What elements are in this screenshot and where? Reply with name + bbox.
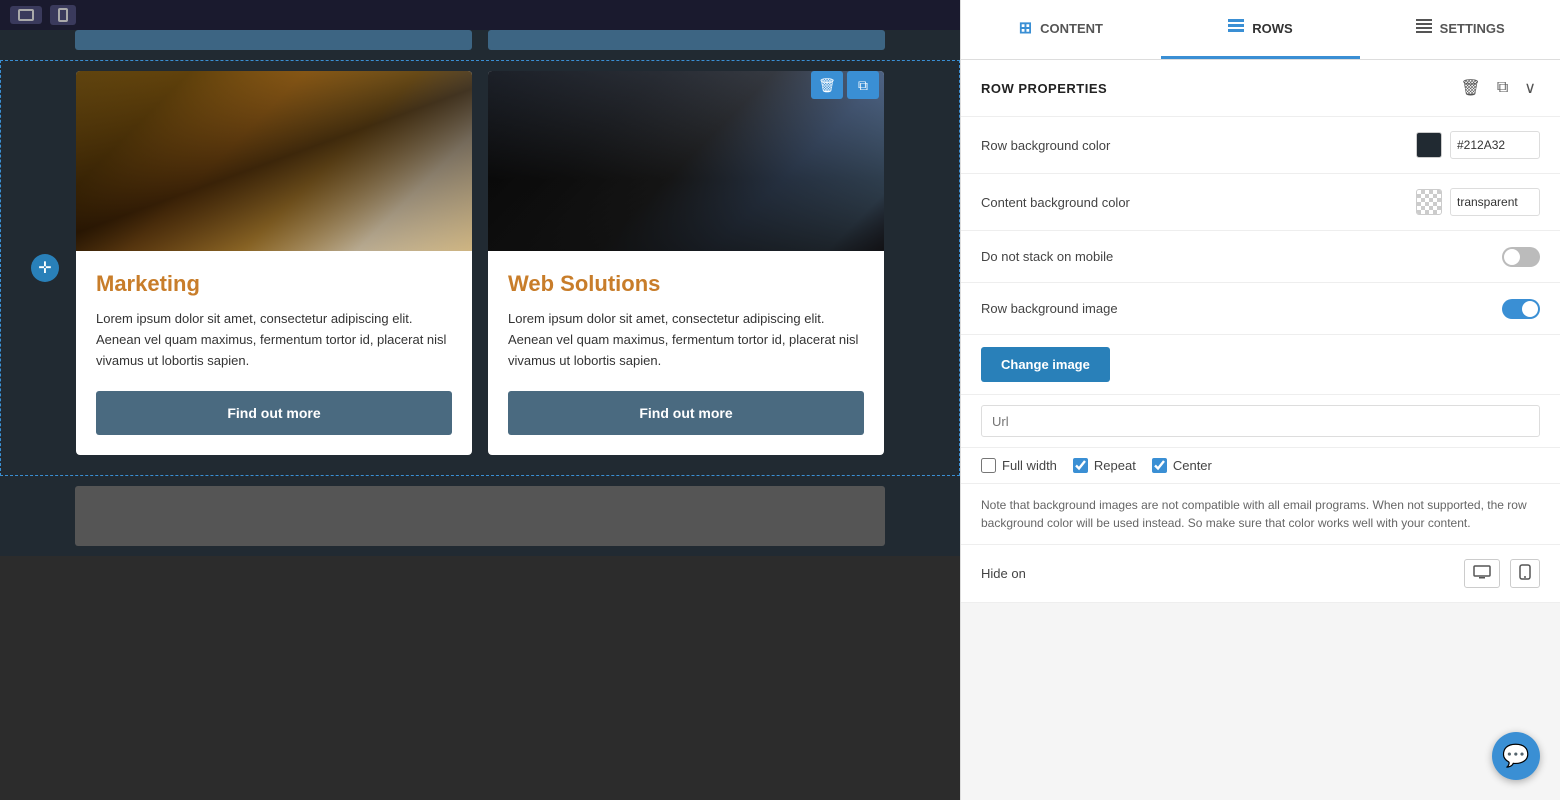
hide-on-desktop-btn[interactable]: [1464, 559, 1500, 588]
hide-on-label: Hide on: [981, 566, 1026, 581]
content-bg-color-property: Content background color: [961, 174, 1560, 231]
do-not-stack-label: Do not stack on mobile: [981, 249, 1113, 264]
content-bg-color-label: Content background color: [981, 195, 1130, 210]
hide-on-property: Hide on: [961, 545, 1560, 603]
row-bg-color-input[interactable]: [1450, 131, 1540, 159]
desktop-view-btn[interactable]: [10, 6, 42, 24]
panel-content: ROW PROPERTIES 🗑 ⧉ ∨ Row background colo…: [961, 60, 1560, 800]
content-tab-icon: ⊞: [1019, 18, 1032, 38]
mobile-icon: [58, 8, 68, 22]
settings-tab-icon: [1416, 19, 1432, 38]
right-panel: ⊞ CONTENT ROWS SETTIN: [960, 0, 1560, 800]
row-properties-header: ROW PROPERTIES 🗑 ⧉ ∨: [961, 60, 1560, 117]
mobile-view-btn[interactable]: [50, 5, 76, 25]
header-actions: 🗑 ⧉ ∨: [1457, 76, 1540, 100]
url-input[interactable]: [981, 405, 1540, 437]
delete-row-btn[interactable]: 🗑: [811, 71, 843, 99]
change-image-section: Change image: [961, 335, 1560, 395]
card-2-text: Lorem ipsum dolor sit amet, consectetur …: [508, 309, 864, 371]
image-options-row: Full width Repeat Center: [961, 448, 1560, 484]
section-title: ROW PROPERTIES: [981, 81, 1107, 96]
center-checkbox[interactable]: [1152, 458, 1167, 473]
change-image-btn[interactable]: Change image: [981, 347, 1110, 382]
rows-tab-label: ROWS: [1252, 21, 1292, 36]
center-label: Center: [1173, 458, 1212, 473]
hide-on-mobile-btn[interactable]: [1510, 559, 1540, 588]
row-action-buttons: 🗑 ⧉: [811, 71, 879, 99]
card-1-image: [76, 71, 472, 251]
placeholder-2: [488, 30, 885, 50]
row-bg-image-toggle[interactable]: [1502, 299, 1540, 319]
url-section: [961, 395, 1560, 448]
content-bg-color-input[interactable]: [1450, 188, 1540, 216]
row-bg-image-control: [1502, 299, 1540, 319]
full-width-label: Full width: [1002, 458, 1057, 473]
placeholder-1: [75, 30, 472, 50]
do-not-stack-slider: [1502, 247, 1540, 267]
row-bg-color-label: Row background color: [981, 138, 1110, 153]
canvas-inner: ✛ 🗑 ⧉ Marketing Lorem ipsum dolor sit am…: [0, 30, 960, 800]
card-2-title: Web Solutions: [508, 271, 864, 297]
row-bg-image-slider: [1502, 299, 1540, 319]
card-1-title: Marketing: [96, 271, 452, 297]
card-2: Web Solutions Lorem ipsum dolor sit amet…: [488, 71, 884, 455]
toolbar: [0, 0, 960, 30]
repeat-checkbox[interactable]: [1073, 458, 1088, 473]
card-1: Marketing Lorem ipsum dolor sit amet, co…: [76, 71, 472, 455]
full-width-option[interactable]: Full width: [981, 458, 1057, 473]
delete-section-btn[interactable]: 🗑: [1457, 76, 1485, 100]
card-2-cta-btn[interactable]: Find out more: [508, 391, 864, 435]
card-2-body: Web Solutions Lorem ipsum dolor sit amet…: [488, 251, 884, 455]
rows-tab-icon: [1228, 19, 1244, 38]
copy-section-btn[interactable]: ⧉: [1493, 77, 1512, 99]
do-not-stack-control: [1502, 247, 1540, 267]
tab-rows[interactable]: ROWS: [1161, 0, 1361, 59]
content-tab-label: CONTENT: [1040, 21, 1103, 36]
duplicate-row-btn[interactable]: ⧉: [847, 71, 879, 99]
content-bg-color-swatch[interactable]: [1416, 189, 1442, 215]
cards-container: Marketing Lorem ipsum dolor sit amet, co…: [76, 71, 884, 455]
hide-on-controls: [1464, 559, 1540, 588]
center-option[interactable]: Center: [1152, 458, 1212, 473]
chat-bubble[interactable]: 💬: [1492, 732, 1540, 780]
top-row-partial: [0, 30, 960, 60]
row-bg-image-property: Row background image: [961, 283, 1560, 335]
repeat-label: Repeat: [1094, 458, 1136, 473]
bottom-placeholder: [75, 486, 885, 546]
repeat-option[interactable]: Repeat: [1073, 458, 1136, 473]
content-bg-color-control: [1416, 188, 1540, 216]
do-not-stack-property: Do not stack on mobile: [961, 231, 1560, 283]
collapse-section-btn[interactable]: ∨: [1520, 76, 1540, 100]
settings-tab-label: SETTINGS: [1440, 21, 1505, 36]
row-bg-image-label: Row background image: [981, 301, 1118, 316]
move-handle[interactable]: ✛: [31, 254, 59, 282]
panel-tabs: ⊞ CONTENT ROWS SETTIN: [961, 0, 1560, 60]
card-1-body: Marketing Lorem ipsum dolor sit amet, co…: [76, 251, 472, 455]
tab-settings[interactable]: SETTINGS: [1360, 0, 1560, 59]
desktop-icon: [18, 9, 34, 21]
canvas-area: ✛ 🗑 ⧉ Marketing Lorem ipsum dolor sit am…: [0, 0, 960, 800]
row-bg-color-property: Row background color: [961, 117, 1560, 174]
card-1-text: Lorem ipsum dolor sit amet, consectetur …: [96, 309, 452, 371]
row-bg-color-control: [1416, 131, 1540, 159]
main-content-row[interactable]: ✛ 🗑 ⧉ Marketing Lorem ipsum dolor sit am…: [0, 60, 960, 476]
background-image-note: Note that background images are not comp…: [961, 484, 1560, 545]
card-1-cta-btn[interactable]: Find out more: [96, 391, 452, 435]
row-bg-color-swatch[interactable]: [1416, 132, 1442, 158]
bottom-row-partial: [0, 476, 960, 556]
full-width-checkbox[interactable]: [981, 458, 996, 473]
do-not-stack-toggle[interactable]: [1502, 247, 1540, 267]
tab-content[interactable]: ⊞ CONTENT: [961, 0, 1161, 59]
